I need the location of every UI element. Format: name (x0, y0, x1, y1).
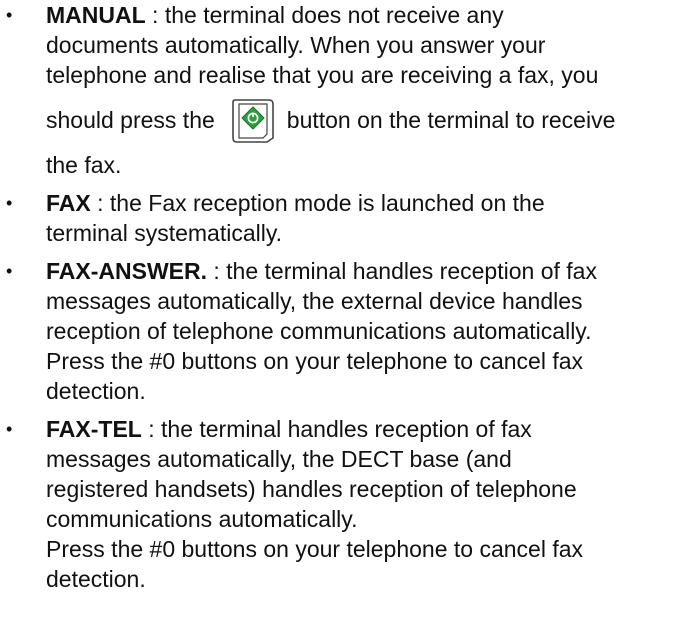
mode-line: FAX : the Fax reception mode is launched… (46, 188, 664, 218)
mode-text: should press the (46, 107, 215, 133)
mode-text: : the terminal handles reception of fax (207, 258, 597, 284)
start-button-icon (231, 99, 274, 143)
mode-line: FAX-TEL : the terminal handles reception… (46, 414, 664, 444)
list-item-manual: • MANUAL : the terminal does not receive… (0, 0, 664, 180)
mode-line: documents automatically. When you answer… (46, 32, 546, 58)
mode-line: telephone and realise that you are recei… (46, 62, 599, 88)
mode-line: detection. (46, 378, 146, 404)
bullet: • (6, 5, 13, 25)
mode-term: FAX-ANSWER. (46, 258, 207, 284)
mode-text: : the terminal does not receive any (145, 2, 504, 28)
mode-line: Press the #0 buttons on your telephone t… (46, 536, 584, 562)
bullet: • (6, 419, 13, 439)
mode-line: communications automatically. (46, 506, 358, 532)
mode-term: MANUAL (46, 2, 146, 28)
mode-term: FAX-TEL (46, 416, 142, 442)
mode-line: the fax. (46, 152, 122, 178)
mode-text: button on the terminal to receive (286, 107, 616, 133)
list-item-fax-tel: • FAX-TEL : the terminal handles recepti… (0, 414, 664, 594)
mode-line: FAX-ANSWER. : the terminal handles recep… (46, 256, 664, 286)
mode-line: Press the #0 buttons on your telephone t… (46, 348, 584, 374)
list-item-fax-answer: • FAX-ANSWER. : the terminal handles rec… (0, 256, 664, 406)
mode-text: : the Fax reception mode is launched on … (90, 190, 545, 216)
manual-page: • MANUAL : the terminal does not receive… (0, 0, 680, 621)
bullet: • (6, 261, 13, 281)
mode-line: terminal systematically. (46, 220, 283, 246)
mode-line: registered handsets) handles reception o… (46, 476, 577, 502)
mode-line: messages automatically, the DECT base (a… (46, 446, 512, 472)
mode-line: detection. (46, 566, 146, 592)
mode-line: messages automatically, the external dev… (46, 288, 583, 314)
mode-line: MANUAL : the terminal does not receive a… (46, 0, 664, 30)
mode-text: : the terminal handles reception of fax (141, 416, 532, 442)
reception-mode-list: • MANUAL : the terminal does not receive… (0, 0, 664, 594)
mode-line-with-button: should press the button on the terminal … (46, 90, 664, 150)
mode-term: FAX (46, 190, 91, 216)
mode-line: reception of telephone communications au… (46, 318, 592, 344)
list-item-fax: • FAX : the Fax reception mode is launch… (0, 188, 664, 248)
bullet: • (6, 193, 13, 213)
